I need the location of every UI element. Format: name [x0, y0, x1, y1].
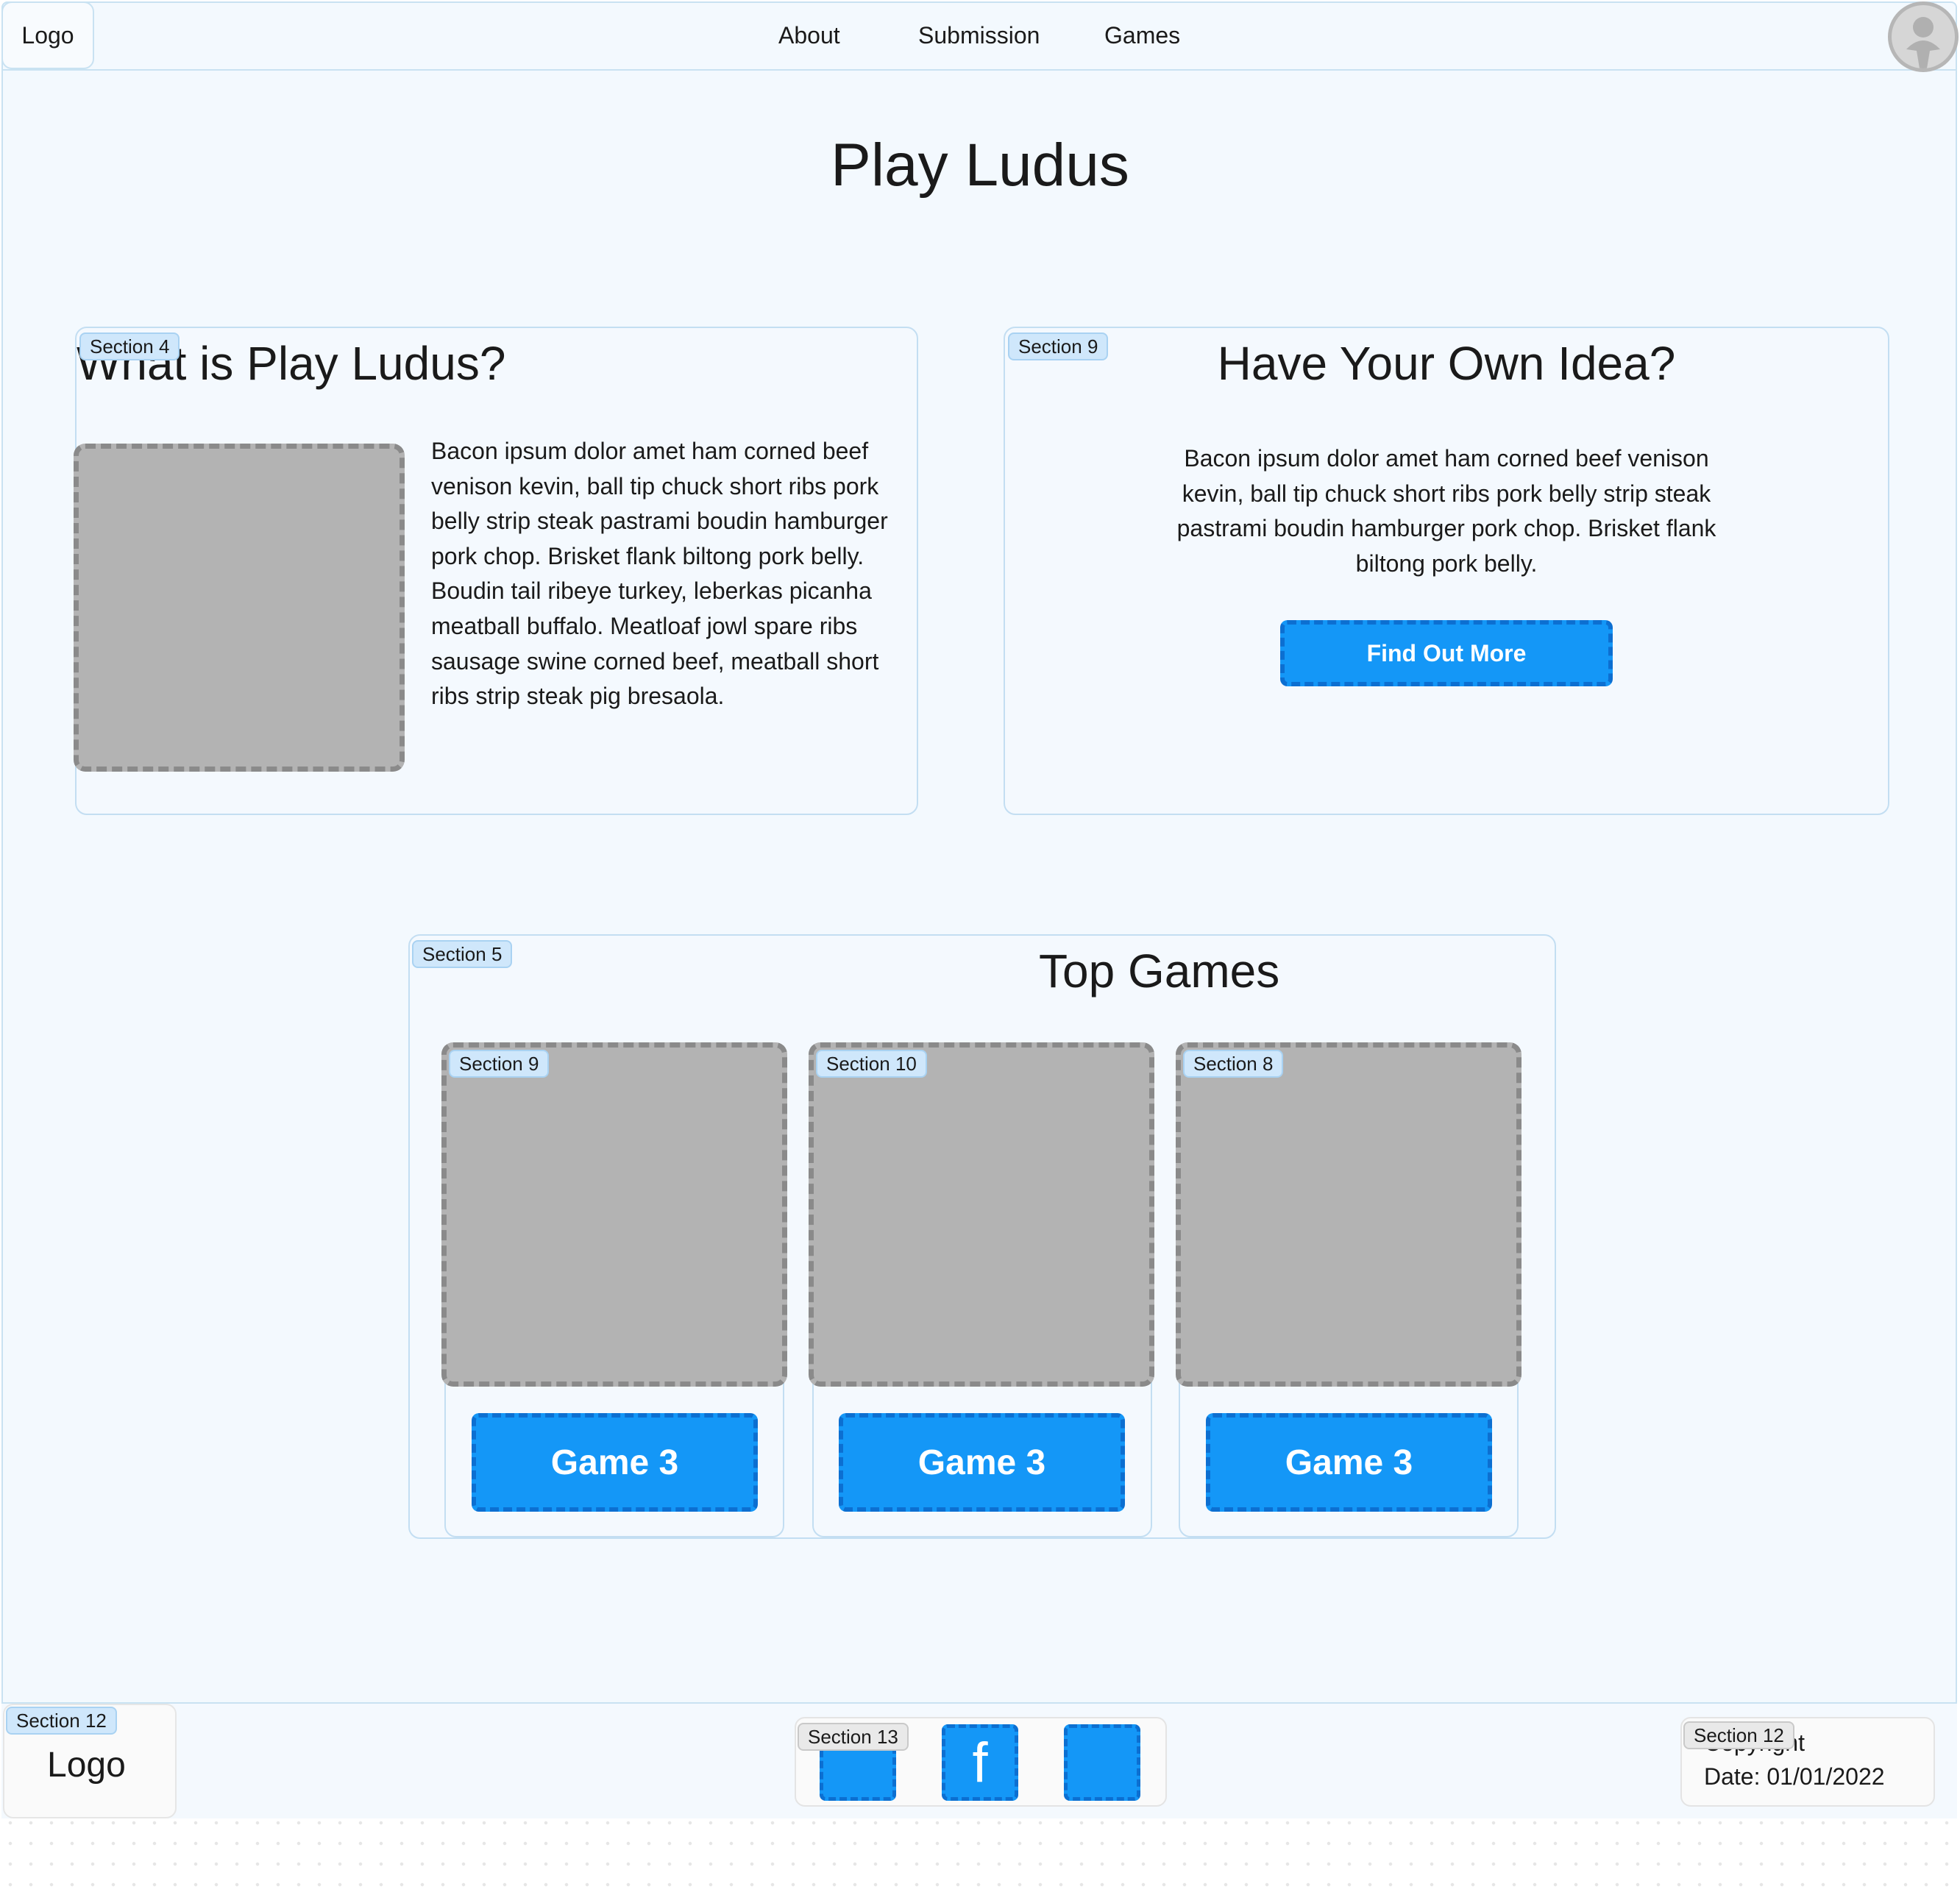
idea-section-tag: Section 9: [1008, 332, 1109, 360]
facebook-glyph: f: [972, 1731, 988, 1794]
game-button-2[interactable]: Game 3: [839, 1413, 1125, 1512]
footer-logo-tag: Section 12: [6, 1707, 117, 1735]
nav-games[interactable]: Games: [1104, 21, 1180, 50]
game-section-tag-1: Section 9: [449, 1050, 550, 1078]
page-frame: [1, 1, 1957, 1818]
game-button-3[interactable]: Game 3: [1206, 1413, 1492, 1512]
user-icon: [1906, 17, 1940, 68]
avatar[interactable]: [1888, 1, 1959, 72]
game-image-placeholder-2: [809, 1042, 1154, 1387]
blank-icon[interactable]: [1064, 1724, 1140, 1801]
game-section-tag-3: Section 8: [1183, 1050, 1284, 1078]
game-section-tag-2: Section 10: [816, 1050, 927, 1078]
about-body-text: Bacon ipsum dolor amet ham corned beef v…: [431, 438, 888, 710]
page-title: Play Ludus: [831, 132, 1129, 199]
find-out-more-button[interactable]: Find Out More: [1280, 620, 1613, 686]
copyright-date: Date: 01/01/2022: [1704, 1763, 1885, 1790]
header-logo[interactable]: Logo: [1, 1, 94, 69]
game-image-placeholder-1: [441, 1042, 787, 1387]
game-image-placeholder-3: [1176, 1042, 1522, 1387]
game-button-1[interactable]: Game 3: [472, 1413, 758, 1512]
about-image-placeholder: [74, 444, 405, 772]
footer-copyright-tag: Section 12: [1683, 1721, 1794, 1749]
top-games-heading: Top Games: [1039, 945, 1280, 997]
facebook-icon[interactable]: f: [942, 1724, 1018, 1801]
idea-heading: Have Your Own Idea?: [1217, 337, 1676, 390]
idea-body-text: Bacon ipsum dolor amet ham corned beef v…: [1176, 445, 1716, 577]
footer-logo[interactable]: Logo: [47, 1743, 126, 1788]
top-games-section-tag: Section 5: [412, 940, 513, 968]
footer-social-tag: Section 13: [798, 1723, 909, 1751]
nav-submission[interactable]: Submission: [918, 21, 1040, 50]
nav-about[interactable]: About: [778, 21, 840, 50]
about-heading: What is Play Ludus?: [77, 337, 506, 390]
about-section-tag: Section 4: [79, 332, 180, 360]
